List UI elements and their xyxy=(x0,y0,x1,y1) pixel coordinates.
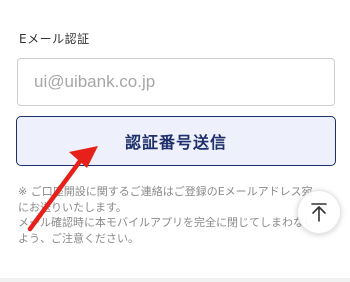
notice-line-1: ※ ご口座開設に関するご連絡はご登録のEメールアドレス宛にお送りいたします。 xyxy=(18,185,313,214)
notice-text: ※ ご口座開設に関するご連絡はご登録のEメールアドレス宛にお送りいたします。 メ… xyxy=(18,184,318,246)
email-input[interactable] xyxy=(17,58,335,106)
bottom-divider xyxy=(0,278,350,282)
email-section-label: Eメール認証 xyxy=(19,32,90,46)
send-verification-code-button[interactable]: 認証番号送信 xyxy=(16,116,336,166)
arrow-up-icon xyxy=(311,203,327,222)
notice-line-2: メール確認時に本モバイルアプリを完全に閉じてしまわないよう、ご注意ください。 xyxy=(18,216,315,245)
scroll-to-top-button[interactable] xyxy=(297,190,341,234)
